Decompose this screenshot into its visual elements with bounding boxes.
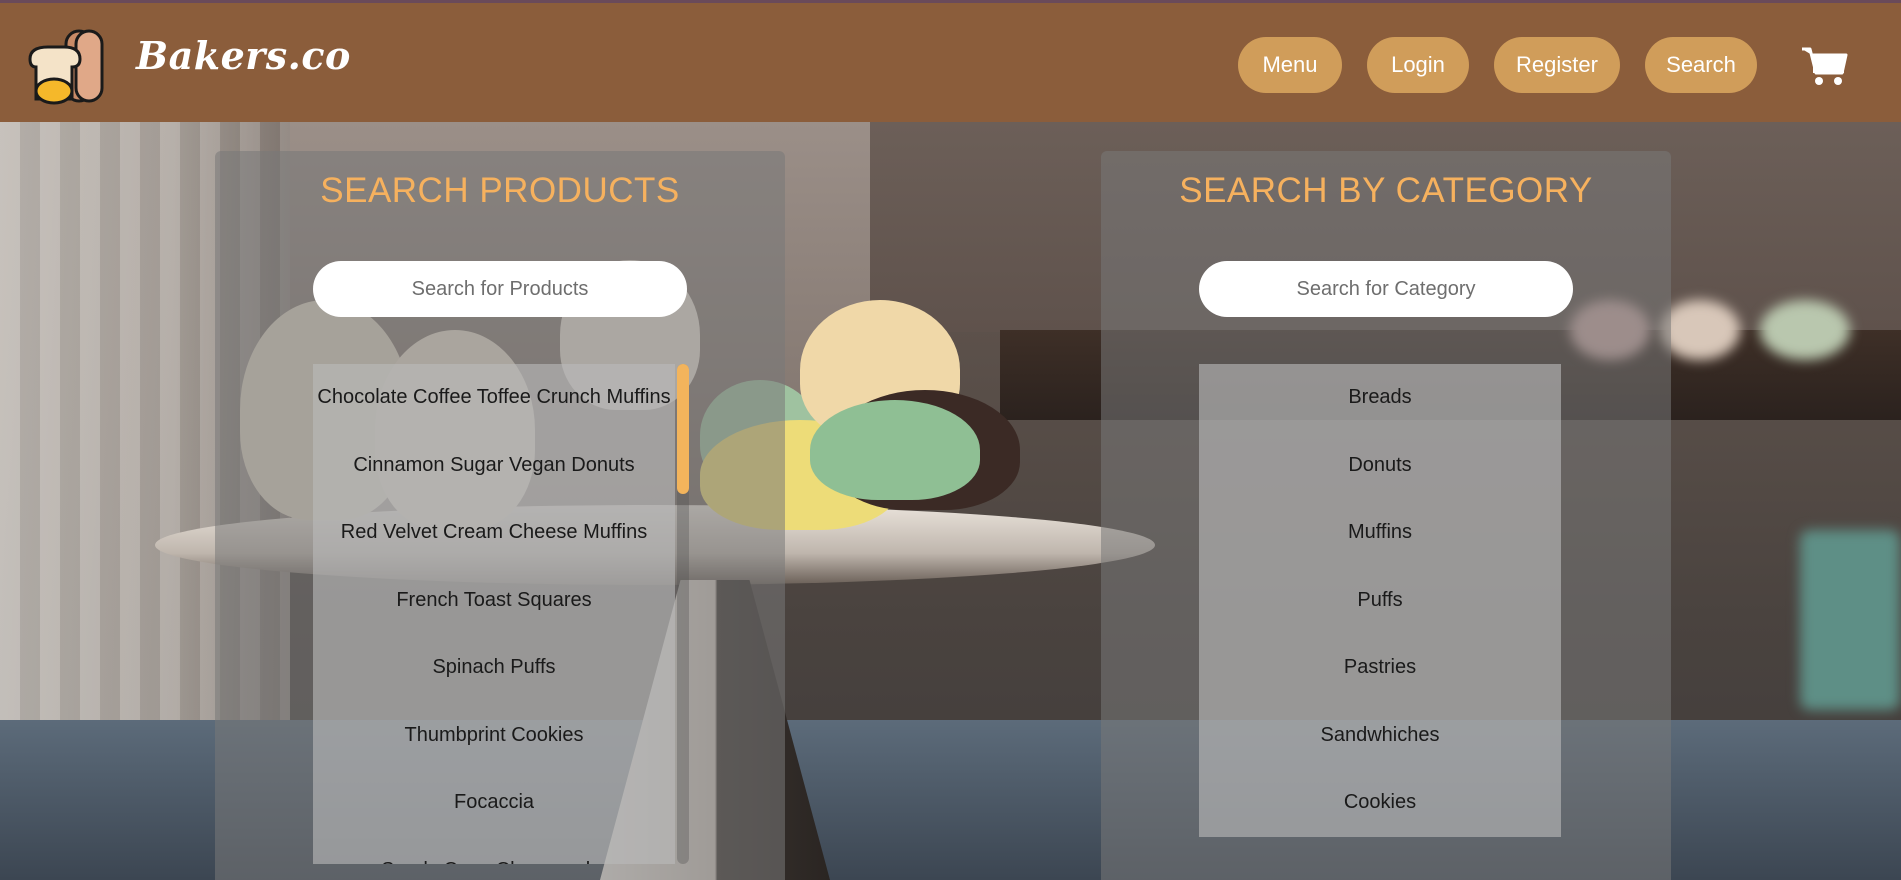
- product-list-item[interactable]: Cinnamon Sugar Vegan Donuts: [313, 432, 675, 500]
- search-button[interactable]: Search: [1645, 37, 1757, 93]
- product-search-input[interactable]: [313, 261, 687, 317]
- product-list[interactable]: Chocolate Coffee Toffee Crunch Muffins C…: [313, 364, 675, 864]
- product-list-item[interactable]: Red Velvet Cream Cheese Muffins: [313, 499, 675, 567]
- products-panel-title: SEARCH PRODUCTS: [320, 171, 680, 210]
- top-navbar: Bakers.co Menu Login Register Search: [0, 0, 1901, 122]
- product-list-item[interactable]: Thumbprint Cookies: [313, 702, 675, 770]
- category-list-item[interactable]: Cookies: [1199, 769, 1561, 837]
- category-list[interactable]: Breads Donuts Muffins Puffs Pastries San…: [1199, 364, 1561, 837]
- category-search-input[interactable]: [1199, 261, 1573, 317]
- search-products-panel: SEARCH PRODUCTS Chocolate Coffee Toffee …: [215, 151, 785, 880]
- product-list-item[interactable]: Sandy Cove Cheesecake: [313, 837, 675, 864]
- product-list-item[interactable]: Focaccia: [313, 769, 675, 837]
- category-list-item[interactable]: Donuts: [1199, 432, 1561, 500]
- brand-name[interactable]: Bakers.co: [136, 33, 351, 78]
- product-list-scrollbar[interactable]: [677, 364, 689, 864]
- login-button[interactable]: Login: [1367, 37, 1469, 93]
- category-list-item[interactable]: Muffins: [1199, 499, 1561, 567]
- category-list-item[interactable]: Breads: [1199, 364, 1561, 432]
- category-panel-title: SEARCH BY CATEGORY: [1179, 171, 1593, 210]
- product-list-item[interactable]: French Toast Squares: [313, 567, 675, 635]
- shopping-cart-icon[interactable]: [1800, 43, 1848, 87]
- category-list-item[interactable]: Puffs: [1199, 567, 1561, 635]
- product-list-item[interactable]: Spinach Puffs: [313, 634, 675, 702]
- scrollbar-thumb[interactable]: [677, 364, 689, 494]
- bread-loaf-logo-icon[interactable]: [26, 25, 106, 105]
- product-list-item[interactable]: Chocolate Coffee Toffee Crunch Muffins: [313, 364, 675, 432]
- category-list-item[interactable]: Pastries: [1199, 634, 1561, 702]
- menu-button[interactable]: Menu: [1238, 37, 1342, 93]
- search-category-panel: SEARCH BY CATEGORY Breads Donuts Muffins…: [1101, 151, 1671, 880]
- category-list-item[interactable]: Sandwhiches: [1199, 702, 1561, 770]
- register-button[interactable]: Register: [1494, 37, 1620, 93]
